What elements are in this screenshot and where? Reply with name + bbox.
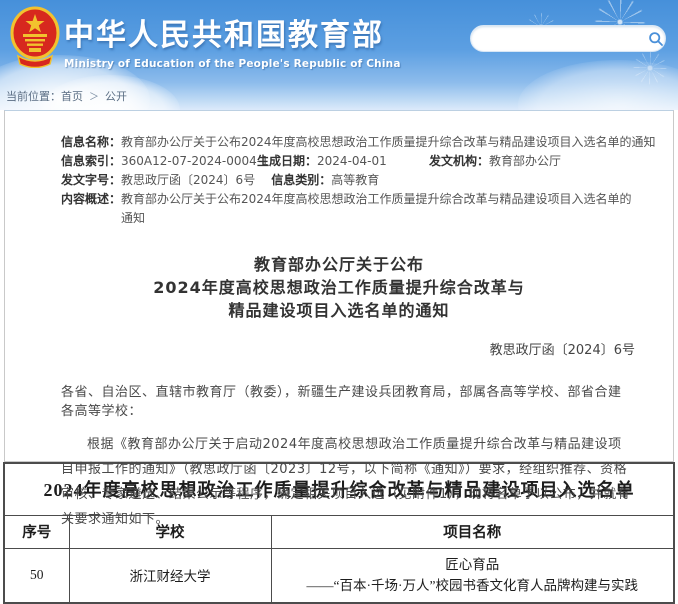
- search-icon[interactable]: [646, 25, 665, 52]
- page: 中华人民共和国教育部 Ministry of Education of the …: [0, 0, 678, 594]
- breadcrumb-label: 当前位置：: [6, 90, 61, 103]
- project-name-line2: ——“百本·千场·万人”校园书香文化育人品牌构建与实践: [272, 575, 674, 596]
- breadcrumb: 当前位置：首页 ＞ 公开: [6, 88, 127, 104]
- document-content-box: 信息名称： 教育部办公厅关于公布2024年度高校思想政治工作质量提升综合改革与精…: [4, 110, 674, 462]
- meta-summary-label: 内容概述：: [61, 190, 121, 228]
- project-name-line1: 匠心育品: [272, 554, 674, 575]
- cell-no: 50: [4, 548, 69, 603]
- site-identity: 中华人民共和国教育部 Ministry of Education of the …: [64, 10, 401, 70]
- document-meta: 信息名称： 教育部办公厅关于公布2024年度高校思想政治工作质量提升综合改革与精…: [5, 111, 673, 228]
- meta-row-summary: 内容概述： 教育部办公厅关于公布2024年度高校思想政治工作质量提升综合改革与精…: [61, 190, 633, 228]
- document-title: 教育部办公厅关于公布 2024年度高校思想政治工作质量提升综合改革与 精品建设项…: [5, 253, 673, 322]
- meta-category-label: 信息类别：: [271, 171, 331, 190]
- firework-decoration: [630, 48, 670, 88]
- site-title: 中华人民共和国教育部: [64, 10, 401, 54]
- meta-org-label: 发文机构：: [429, 152, 489, 171]
- breadcrumb-home-link[interactable]: 首页: [61, 90, 83, 103]
- meta-index-label: 信息索引：: [61, 152, 121, 171]
- meta-summary-value: 教育部办公厅关于公布2024年度高校思想政治工作质量提升综合改革与精品建设项目入…: [121, 190, 633, 228]
- breadcrumb-separator: ＞: [89, 92, 99, 103]
- document-title-line1: 教育部办公厅关于公布: [5, 253, 673, 276]
- meta-index-value: 360A12-07-2024-0004-1: [121, 152, 257, 171]
- search-box[interactable]: [470, 25, 666, 52]
- salutation-paragraph: 各省、自治区、直辖市教育厅（教委），新疆生产建设兵团教育局，部属各高等学校、部省…: [5, 381, 673, 419]
- table-row: 50 浙江财经大学 匠心育品 ——“百本·千场·万人”校园书香文化育人品牌构建与…: [4, 548, 674, 603]
- meta-row-docno: 发文字号： 教思政厅函〔2024〕6号 信息类别： 高等教育: [61, 171, 633, 190]
- breadcrumb-section-link[interactable]: 公开: [105, 90, 127, 103]
- meta-name-value: 教育部办公厅关于公布2024年度高校思想政治工作质量提升综合改革与精品建设项目入…: [121, 133, 656, 152]
- site-header: 中华人民共和国教育部 Ministry of Education of the …: [0, 0, 678, 110]
- meta-row-name: 信息名称： 教育部办公厅关于公布2024年度高校思想政治工作质量提升综合改革与精…: [61, 133, 633, 152]
- body-paragraph: 根据《教育部办公厅关于启动2024年度高校思想政治工作质量提升综合改革与精品建设…: [5, 432, 673, 532]
- meta-org-value: 教育部办公厅: [489, 152, 561, 171]
- meta-docno-value: 教思政厅函〔2024〕6号: [121, 171, 255, 190]
- meta-date-label: 生成日期：: [257, 152, 317, 171]
- national-emblem-icon: [10, 6, 60, 68]
- document-number: 教思政厅函〔2024〕6号: [5, 339, 673, 358]
- document-title-line2: 2024年度高校思想政治工作质量提升综合改革与: [5, 276, 673, 299]
- meta-date-value: 2024-04-01: [317, 152, 413, 171]
- search-input[interactable]: [471, 32, 646, 46]
- cell-school: 浙江财经大学: [69, 548, 271, 603]
- meta-category-value: 高等教育: [331, 171, 379, 190]
- cell-project: 匠心育品 ——“百本·千场·万人”校园书香文化育人品牌构建与实践: [271, 548, 674, 603]
- meta-docno-label: 发文字号：: [61, 171, 121, 190]
- document-title-line3: 精品建设项目入选名单的通知: [5, 299, 673, 322]
- site-subtitle: Ministry of Education of the People's Re…: [64, 58, 401, 70]
- meta-row-index: 信息索引： 360A12-07-2024-0004-1 生成日期： 2024-0…: [61, 152, 633, 171]
- meta-name-label: 信息名称：: [61, 133, 121, 152]
